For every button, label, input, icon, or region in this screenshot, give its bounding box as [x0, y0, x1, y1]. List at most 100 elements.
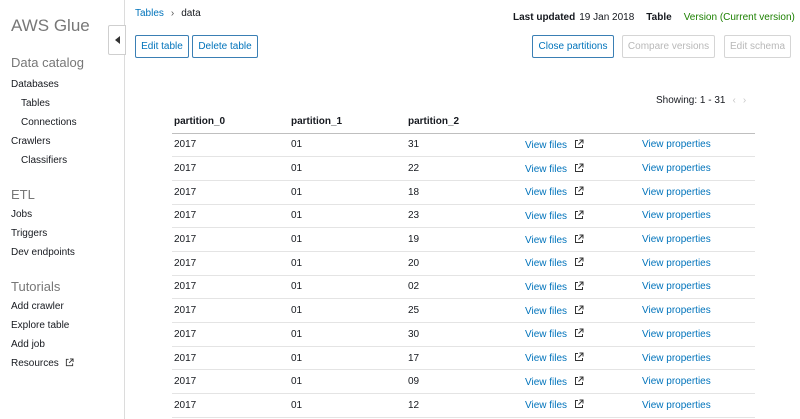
view-files-link[interactable]: View files: [523, 180, 640, 205]
cell-partition-2: 02: [406, 275, 523, 300]
last-updated-value: 19 Jan 2018: [579, 12, 635, 23]
close-partitions-button[interactable]: Close partitions: [532, 35, 614, 58]
column-header-properties: [640, 110, 755, 134]
view-properties-link[interactable]: View properties: [640, 346, 755, 371]
sidebar-item-classifiers[interactable]: Classifiers: [21, 155, 67, 166]
view-files-label: View files: [525, 258, 568, 270]
table-row: 2017 01 02 View files View properties: [172, 275, 755, 300]
next-page-icon[interactable]: ›: [743, 95, 746, 106]
column-header-partition-1: partition_1: [289, 110, 406, 134]
breadcrumb: Tables › data: [135, 8, 201, 19]
column-header-files: [523, 110, 640, 134]
table-row: 2017 01 31 View files View properties: [172, 133, 755, 158]
collapse-sidebar-button[interactable]: [108, 25, 126, 55]
cell-partition-1: 01: [289, 298, 406, 323]
view-properties-link[interactable]: View properties: [640, 251, 755, 276]
caret-left-icon: [114, 36, 120, 44]
view-files-link[interactable]: View files: [523, 133, 640, 158]
view-files-link[interactable]: View files: [523, 227, 640, 252]
view-files-label: View files: [525, 187, 568, 199]
cell-partition-0: 2017: [172, 346, 289, 371]
table-row: 2017 01 09 View files View properties: [172, 369, 755, 395]
sidebar-item-add-crawler[interactable]: Add crawler: [11, 301, 64, 312]
table-row: 2017 01 25 View files View properties: [172, 298, 755, 323]
view-properties-link[interactable]: View properties: [640, 133, 755, 158]
cell-partition-0: 2017: [172, 275, 289, 300]
view-properties-link[interactable]: View properties: [640, 204, 755, 229]
sidebar-item-databases[interactable]: Databases: [11, 79, 59, 90]
external-link-icon: [574, 352, 584, 362]
prev-page-icon[interactable]: ‹: [733, 95, 736, 106]
view-properties-link[interactable]: View properties: [640, 322, 755, 347]
view-files-link[interactable]: View files: [523, 204, 640, 229]
view-files-link[interactable]: View files: [523, 346, 640, 371]
sidebar-item-connections[interactable]: Connections: [21, 117, 77, 128]
breadcrumb-separator: ›: [170, 8, 175, 19]
view-files-link[interactable]: View files: [523, 156, 640, 181]
table-row: 2017 01 17 View files View properties: [172, 346, 755, 371]
external-link-icon: [65, 358, 74, 367]
cell-partition-0: 2017: [172, 369, 289, 395]
sidebar: AWS Glue Data catalog Databases Tables C…: [0, 0, 125, 419]
view-properties-link[interactable]: View properties: [640, 156, 755, 181]
table-row: 2017 01 30 View files View properties: [172, 322, 755, 347]
sidebar-item-add-job[interactable]: Add job: [11, 339, 45, 350]
view-files-label: View files: [525, 329, 568, 341]
cell-partition-0: 2017: [172, 227, 289, 252]
external-link-icon: [574, 281, 584, 291]
cell-partition-1: 01: [289, 133, 406, 158]
view-properties-link[interactable]: View properties: [640, 298, 755, 323]
view-files-link[interactable]: View files: [523, 322, 640, 347]
sidebar-item-tables[interactable]: Tables: [21, 98, 50, 109]
table-row: 2017 01 23 View files View properties: [172, 204, 755, 229]
view-properties-link[interactable]: View properties: [640, 369, 755, 395]
external-link-icon: [574, 139, 584, 149]
section-data-catalog: Data catalog: [11, 55, 84, 70]
cell-partition-2: 19: [406, 227, 523, 252]
edit-schema-button: Edit schema: [724, 35, 791, 58]
section-etl: ETL: [11, 187, 35, 202]
brand-title: AWS Glue: [11, 16, 90, 35]
delete-table-button[interactable]: Delete table: [192, 35, 258, 58]
partitions-table: partition_0 partition_1 partition_2 2017…: [172, 110, 755, 418]
view-files-link[interactable]: View files: [523, 393, 640, 418]
cell-partition-1: 01: [289, 251, 406, 276]
cell-partition-1: 01: [289, 369, 406, 395]
view-properties-link[interactable]: View properties: [640, 393, 755, 418]
view-files-label: View files: [525, 163, 568, 175]
table-status-line: Last updated 19 Jan 2018 Table Version (…: [513, 12, 800, 23]
cell-partition-2: 31: [406, 133, 523, 158]
view-files-link[interactable]: View files: [523, 369, 640, 395]
view-properties-link[interactable]: View properties: [640, 180, 755, 205]
cell-partition-0: 2017: [172, 298, 289, 323]
column-header-partition-2: partition_2: [406, 110, 523, 134]
sidebar-item-crawlers[interactable]: Crawlers: [11, 136, 50, 147]
view-files-label: View files: [525, 376, 568, 388]
showing-count: Showing: 1 - 31: [656, 95, 726, 106]
version-dropdown[interactable]: Version (Current version): [684, 12, 800, 23]
view-files-link[interactable]: View files: [523, 275, 640, 300]
version-label: Version (Current version): [683, 12, 795, 23]
compare-versions-button: Compare versions: [622, 35, 715, 58]
sidebar-item-resources[interactable]: Resources: [11, 358, 74, 369]
cell-partition-0: 2017: [172, 204, 289, 229]
edit-table-button[interactable]: Edit table: [135, 35, 189, 58]
view-files-link[interactable]: View files: [523, 298, 640, 323]
view-properties-link[interactable]: View properties: [640, 275, 755, 300]
view-files-label: View files: [525, 139, 568, 151]
sidebar-item-dev-endpoints[interactable]: Dev endpoints: [11, 247, 75, 258]
breadcrumb-current: data: [181, 8, 201, 19]
view-files-link[interactable]: View files: [523, 251, 640, 276]
breadcrumb-tables-link[interactable]: Tables: [135, 8, 164, 19]
sidebar-item-explore-table[interactable]: Explore table: [11, 320, 69, 331]
sidebar-item-triggers[interactable]: Triggers: [11, 228, 47, 239]
cell-partition-0: 2017: [172, 251, 289, 276]
cell-partition-2: 25: [406, 298, 523, 323]
external-link-icon: [574, 399, 584, 409]
sidebar-item-label: Resources: [11, 358, 59, 369]
view-properties-link[interactable]: View properties: [640, 227, 755, 252]
external-link-icon: [574, 234, 584, 244]
table-label: Table: [646, 12, 672, 23]
sidebar-item-jobs[interactable]: Jobs: [11, 209, 32, 220]
external-link-icon: [574, 305, 584, 315]
